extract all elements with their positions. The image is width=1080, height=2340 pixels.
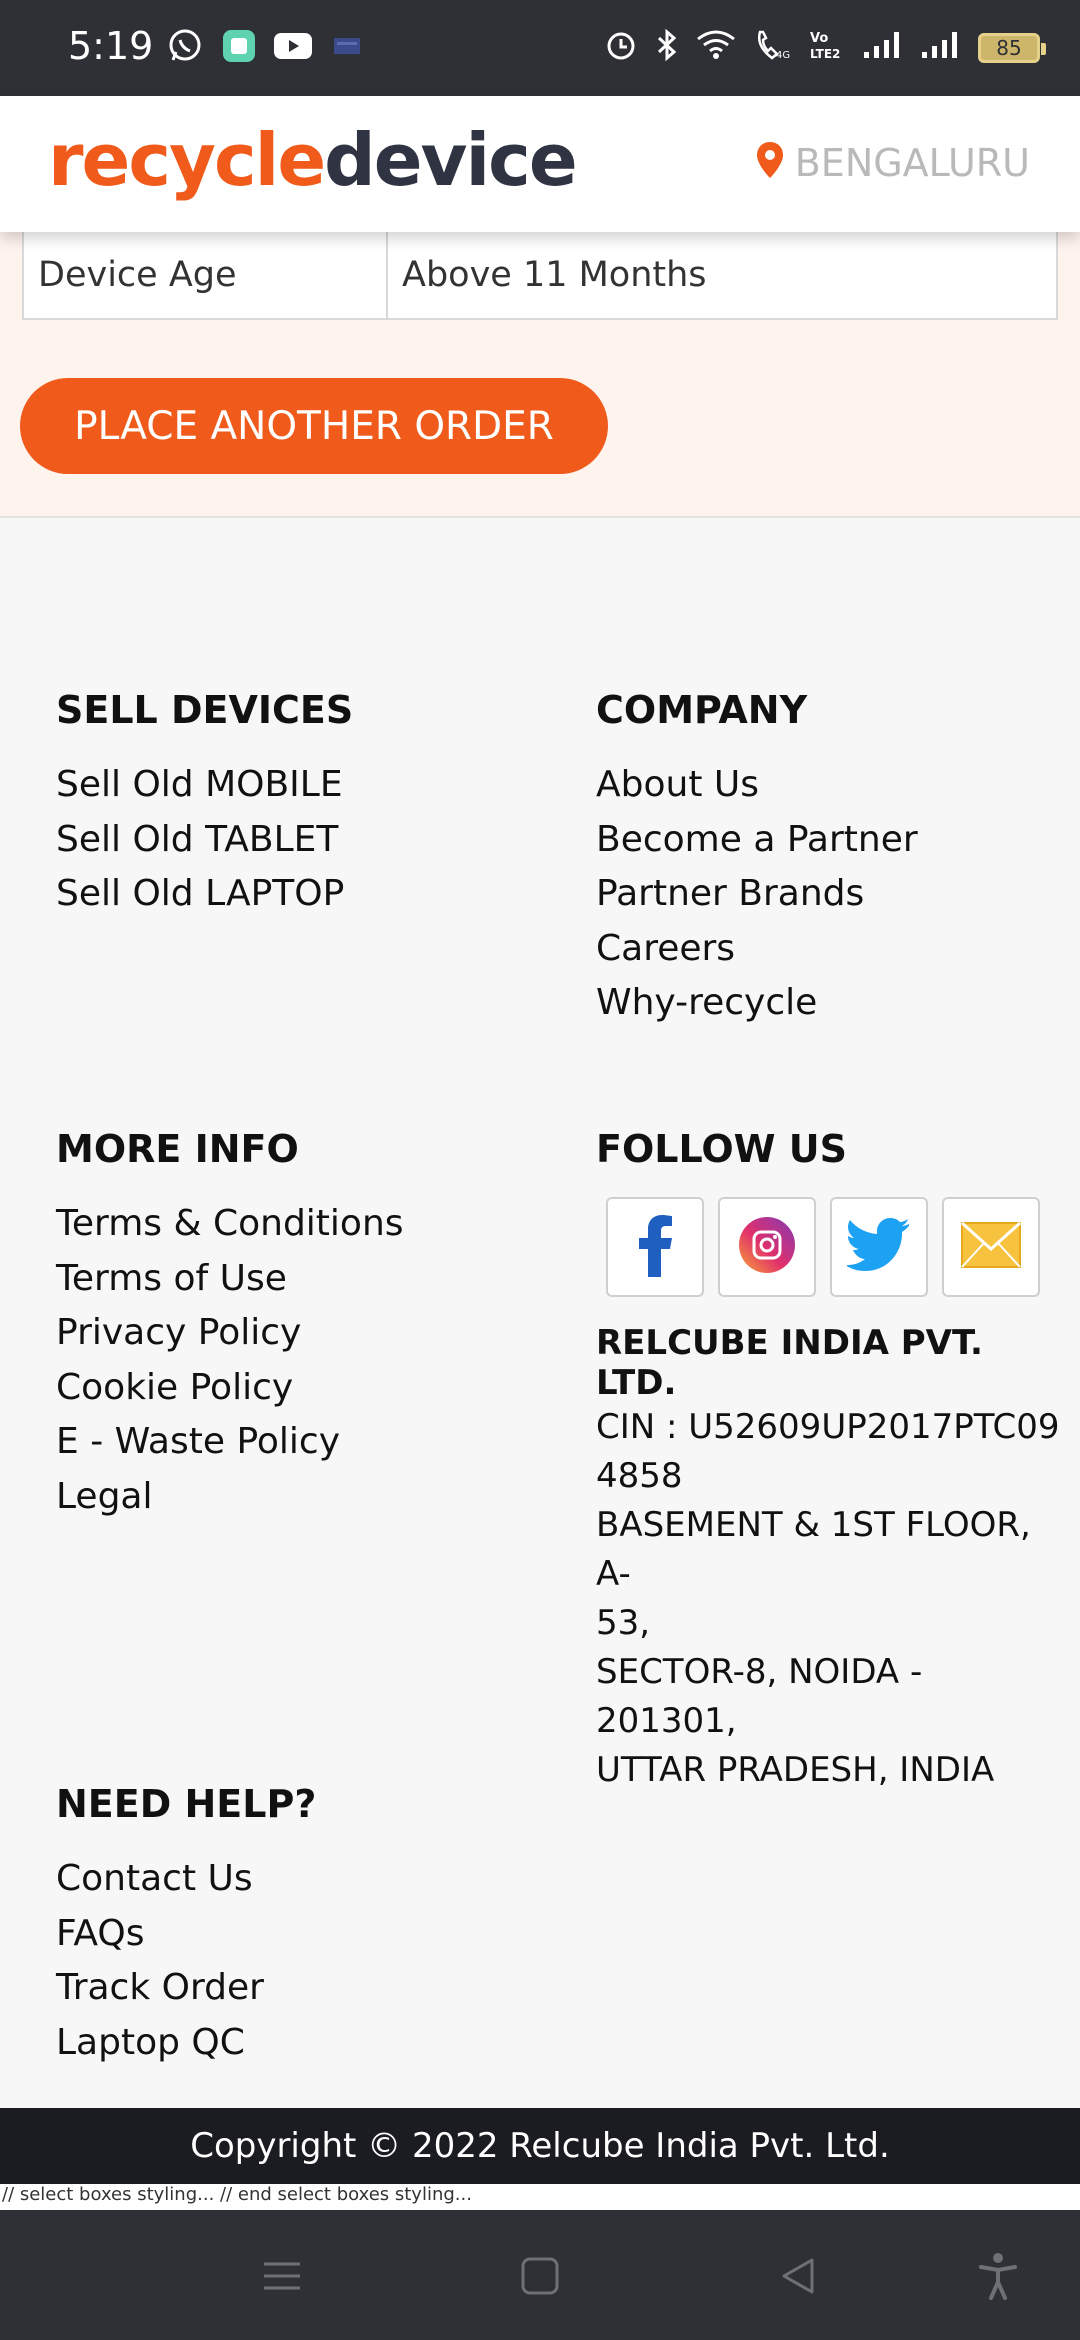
instagram-button[interactable] bbox=[718, 1197, 816, 1297]
svg-text:4G: 4G bbox=[776, 50, 790, 61]
volte-icon: Vo LTE2 bbox=[808, 28, 844, 67]
bluetooth-icon bbox=[656, 28, 678, 67]
address-line: CIN : U52609UP2017PTC09 bbox=[596, 1407, 1060, 1447]
svg-text:Vo: Vo bbox=[810, 31, 828, 46]
section-title: NEED HELP? bbox=[56, 1782, 317, 1826]
youtube-icon bbox=[273, 26, 313, 66]
app-icon bbox=[219, 26, 259, 66]
more-info-section: MORE INFO Terms & Conditions Terms of Us… bbox=[56, 1127, 404, 1524]
section-title: SELL DEVICES bbox=[56, 688, 354, 732]
back-icon bbox=[778, 2256, 818, 2301]
location-pin-icon bbox=[755, 140, 785, 185]
place-another-order-button[interactable]: PLACE ANOTHER ORDER bbox=[20, 378, 608, 474]
detail-value: Above 11 Months bbox=[402, 255, 707, 295]
facebook-icon bbox=[635, 1213, 675, 1282]
footer-link-privacy-policy[interactable]: Privacy Policy bbox=[56, 1306, 404, 1361]
accessibility-icon bbox=[978, 2252, 1018, 2305]
footer-link-cookie-policy[interactable]: Cookie Policy bbox=[56, 1361, 404, 1416]
footer-link-sell-tablet[interactable]: Sell Old TABLET bbox=[56, 813, 353, 868]
address-line: 53, bbox=[596, 1603, 651, 1643]
location-label: BENGALURU bbox=[794, 140, 1030, 185]
footer-link-faqs[interactable]: FAQs bbox=[56, 1907, 316, 1962]
signal-2-icon bbox=[920, 30, 960, 65]
back-button[interactable] bbox=[768, 2248, 828, 2308]
footer-link-sell-laptop[interactable]: Sell Old LAPTOP bbox=[56, 867, 353, 922]
site-header: recycledevice BENGALURU bbox=[0, 96, 1080, 232]
footer-link-contact-us[interactable]: Contact Us bbox=[56, 1852, 316, 1907]
status-time: 5:19 bbox=[68, 24, 154, 68]
footer-link-terms-conditions[interactable]: Terms & Conditions bbox=[56, 1197, 404, 1252]
alarm-icon bbox=[604, 28, 638, 67]
accessibility-button[interactable] bbox=[968, 2248, 1028, 2308]
address-line: 4858 bbox=[596, 1456, 683, 1496]
wifi-call-icon: 4G bbox=[754, 28, 790, 67]
sell-devices-section: SELL DEVICES Sell Old MOBILE Sell Old TA… bbox=[56, 688, 353, 922]
menu-icon bbox=[262, 2256, 302, 2301]
footer-link-sell-mobile[interactable]: Sell Old MOBILE bbox=[56, 758, 353, 813]
location-selector[interactable]: BENGALURU bbox=[755, 140, 1030, 185]
logo-part-recycle: recycle bbox=[48, 118, 326, 202]
footer-link-careers[interactable]: Careers bbox=[596, 922, 918, 977]
address-line: SECTOR-8, NOIDA - 201301, bbox=[596, 1652, 923, 1741]
footer-link-ewaste-policy[interactable]: E - Waste Policy bbox=[56, 1415, 404, 1470]
status-bar: 5:19 4G Vo LTE2 85 bbox=[0, 0, 1080, 96]
footer-link-why-recycle[interactable]: Why-recycle bbox=[596, 976, 918, 1031]
need-help-section: NEED HELP? Contact Us FAQs Track Order L… bbox=[56, 1782, 316, 2070]
footer-link-terms-of-use[interactable]: Terms of Use bbox=[56, 1252, 404, 1307]
company-name: RELCUBE INDIA PVT. LTD. bbox=[596, 1323, 983, 1403]
order-summary: Device Age Above 11 Months PLACE ANOTHER… bbox=[0, 232, 1080, 518]
detail-label: Device Age bbox=[24, 232, 388, 318]
footer-link-about-us[interactable]: About Us bbox=[596, 758, 918, 813]
email-button[interactable] bbox=[942, 1197, 1040, 1297]
section-title: FOLLOW US bbox=[596, 1127, 848, 1171]
follow-us-section: FOLLOW US RELCUBE INDIA PVT. LTD. CIN : … bbox=[596, 1127, 1066, 1795]
email-icon bbox=[960, 1221, 1022, 1274]
company-section: COMPANY About Us Become a Partner Partne… bbox=[596, 688, 918, 1031]
footer-link-partner-brands[interactable]: Partner Brands bbox=[596, 867, 918, 922]
instagram-icon bbox=[737, 1215, 797, 1280]
copyright-bar: Copyright © 2022 Relcube India Pvt. Ltd. bbox=[0, 2108, 1080, 2184]
section-title: COMPANY bbox=[596, 688, 808, 732]
home-icon bbox=[520, 2256, 560, 2301]
mail-icon bbox=[327, 26, 367, 66]
twitter-button[interactable] bbox=[830, 1197, 928, 1297]
section-title: MORE INFO bbox=[56, 1127, 299, 1171]
home-button[interactable] bbox=[510, 2248, 570, 2308]
wifi-icon bbox=[696, 29, 736, 66]
svg-text:LTE2: LTE2 bbox=[810, 47, 840, 61]
battery-indicator: 85 bbox=[978, 32, 1046, 63]
footer-link-track-order[interactable]: Track Order bbox=[56, 1961, 316, 2016]
footer-link-legal[interactable]: Legal bbox=[56, 1470, 404, 1525]
whatsapp-icon bbox=[165, 26, 205, 66]
system-nav-bar bbox=[0, 2210, 1080, 2340]
signal-1-icon bbox=[862, 30, 902, 65]
debug-text: // select boxes styling... // end select… bbox=[0, 2184, 1080, 2210]
logo-part-device: device bbox=[324, 118, 577, 202]
facebook-button[interactable] bbox=[606, 1197, 704, 1297]
menu-button[interactable] bbox=[252, 2248, 312, 2308]
footer-link-laptop-qc[interactable]: Laptop QC bbox=[56, 2016, 316, 2071]
address-line: UTTAR PRADESH, INDIA bbox=[596, 1750, 995, 1790]
twitter-icon bbox=[845, 1217, 911, 1277]
order-detail-row: Device Age Above 11 Months bbox=[22, 232, 1058, 320]
address-line: BASEMENT & 1ST FLOOR, A- bbox=[596, 1505, 1031, 1594]
site-logo[interactable]: recycledevice bbox=[48, 118, 578, 202]
footer-link-become-partner[interactable]: Become a Partner bbox=[596, 813, 918, 868]
